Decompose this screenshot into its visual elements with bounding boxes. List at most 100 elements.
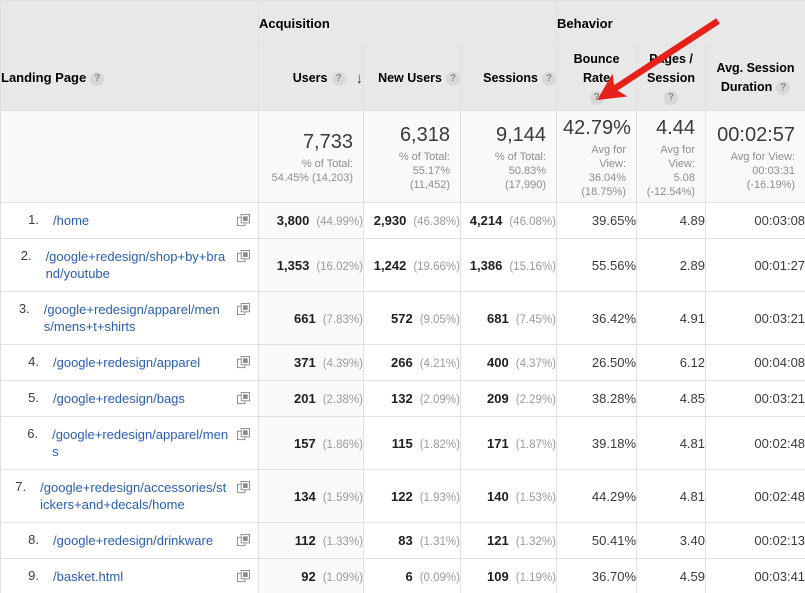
cell-avg-duration-value: 00:03:08 <box>754 213 805 228</box>
open-in-new-icon[interactable] <box>237 214 250 227</box>
landing-page-link[interactable]: /google+redesign/shop+by+brand/youtube <box>40 248 229 282</box>
open-in-new-icon[interactable] <box>237 570 250 583</box>
open-in-new-icon[interactable] <box>237 250 250 263</box>
cell-bounce-rate: 26.50% <box>556 344 638 381</box>
column-header-new-users[interactable]: New Users? <box>363 45 461 111</box>
landing-page-link[interactable]: /google+redesign/apparel/mens/mens+t+shi… <box>38 301 229 335</box>
cell-avg-duration: 00:02:48 <box>705 416 805 470</box>
cell-new-users-value: 132 <box>391 391 413 406</box>
row-index: 2. <box>20 248 32 263</box>
cell-users-value: 134 <box>294 488 316 504</box>
row-dimension-cell: 1. /home <box>0 202 259 239</box>
open-in-new-icon[interactable] <box>237 392 250 405</box>
row-dimension-cell: 5. /google+redesign/bags <box>0 380 259 417</box>
landing-page-link[interactable]: /google+redesign/accessories/stickers+an… <box>34 479 229 513</box>
cell-users-value: 661 <box>294 310 316 326</box>
cell-avg-duration-value: 00:02:48 <box>754 488 805 504</box>
users-help-icon[interactable]: ? <box>331 71 346 86</box>
cell-pages-session: 4.81 <box>636 416 707 470</box>
cell-pages-session-value: 4.59 <box>679 569 706 584</box>
dimension-group-blank <box>0 0 259 46</box>
cell-avg-duration-value: 00:02:48 <box>754 435 805 451</box>
cell-sessions-value: 4,214 <box>469 213 503 228</box>
cell-users-percent: (2.38%) <box>322 394 363 406</box>
landing-page-link[interactable]: /home <box>47 212 229 229</box>
cell-bounce-rate: 36.70% <box>556 558 638 593</box>
table-row: 2. /google+redesign/shop+by+brand/youtube… <box>0 238 805 292</box>
open-in-new-icon[interactable] <box>237 534 250 547</box>
open-in-new-icon[interactable] <box>237 356 250 369</box>
landing-page-link[interactable]: /google+redesign/apparel/mens <box>46 426 229 460</box>
cell-users-percent: (1.86%) <box>322 438 363 451</box>
landing-page-link[interactable]: /basket.html <box>47 568 229 585</box>
open-in-new-icon[interactable] <box>237 303 250 316</box>
cell-bounce-rate: 39.65% <box>556 202 638 239</box>
cell-sessions-percent: (15.16%) <box>509 260 557 273</box>
avg-session-duration-help-icon[interactable]: ? <box>776 81 791 95</box>
sessions-help-icon[interactable]: ? <box>542 71 557 86</box>
cell-sessions-percent: (7.45%) <box>515 313 557 326</box>
cell-sessions-percent: (46.08%) <box>509 216 557 228</box>
cell-new-users-value: 2,930 <box>373 213 407 228</box>
cell-bounce-rate: 44.29% <box>556 469 638 523</box>
cell-new-users-value: 115 <box>391 435 413 451</box>
summary-bounce-rate-sub: Avg for View: 36.04% (18.75%) <box>581 143 627 198</box>
cell-pages-session: 4.89 <box>636 202 707 239</box>
cell-new-users-value: 1,242 <box>373 257 407 273</box>
cell-avg-duration: 00:03:21 <box>705 380 805 417</box>
landing-page-help-icon[interactable]: ? <box>90 71 105 86</box>
cell-users: 134 (1.59%) <box>258 469 364 523</box>
column-header-pages-session[interactable]: Pages / Session ? <box>636 45 707 111</box>
arrow-down-icon[interactable]: ↓ <box>356 71 364 86</box>
cell-users-percent: (16.02%) <box>316 260 363 273</box>
cell-new-users-value: 572 <box>391 310 413 326</box>
landing-page-link[interactable]: /google+redesign/bags <box>47 390 229 407</box>
summary-cell-bounce-rate: 42.79% Avg for View: 36.04% (18.75%) <box>556 110 638 203</box>
cell-sessions: 140 (1.53%) <box>459 469 558 523</box>
cell-new-users: 122 (1.93%) <box>363 469 461 523</box>
cell-new-users: 1,242 (19.66%) <box>363 238 461 292</box>
open-in-new-icon[interactable] <box>237 428 250 441</box>
cell-sessions-value: 140 <box>487 488 509 504</box>
open-in-new-icon[interactable] <box>237 481 250 494</box>
cell-new-users: 2,930 (46.38%) <box>363 202 461 239</box>
summary-cell-sessions: 9,144 % of Total: 50.83% (17,990) <box>459 110 558 203</box>
cell-bounce-rate-value: 39.65% <box>591 213 637 228</box>
column-header-avg-session-duration[interactable]: Avg. Session Duration? <box>705 45 805 111</box>
landing-page-link[interactable]: /google+redesign/apparel <box>47 354 229 371</box>
cell-new-users-percent: (1.31%) <box>419 536 460 548</box>
summary-cell-new-users: 6,318 % of Total: 55.17% (11,452) <box>363 110 461 203</box>
column-header-users[interactable]: Users? ↓ <box>258 45 364 111</box>
cell-pages-session: 4.91 <box>636 291 707 345</box>
pages-session-help-icon[interactable]: ? <box>664 90 679 105</box>
cell-users-percent: (44.99%) <box>316 216 363 228</box>
new-users-help-icon[interactable]: ? <box>446 71 460 86</box>
column-header-sessions[interactable]: Sessions? <box>459 45 558 111</box>
cell-pages-session: 3.40 <box>636 522 707 559</box>
column-header-bounce-rate-label: Bounce Rate <box>573 51 620 85</box>
column-header-landing-page[interactable]: Landing Page? <box>0 45 259 111</box>
summary-avg-duration-value: 00:02:57 <box>717 123 796 146</box>
row-index: 1. <box>28 212 39 227</box>
cell-users-percent: (1.09%) <box>322 572 363 584</box>
cell-sessions-percent: (1.87%) <box>515 438 557 451</box>
cell-users: 3,800 (44.99%) <box>258 202 364 239</box>
landing-page-link[interactable]: /google+redesign/drinkware <box>47 532 229 549</box>
cell-new-users: 266 (4.21%) <box>363 344 461 381</box>
cell-new-users-percent: (4.21%) <box>419 358 460 370</box>
row-dimension-cell: 6. /google+redesign/apparel/mens <box>0 416 259 470</box>
table-row: 6. /google+redesign/apparel/mens 157 (1.86%… <box>0 416 805 470</box>
cell-new-users-percent: (0.09%) <box>419 572 460 584</box>
cell-new-users: 83 (1.31%) <box>363 522 461 559</box>
cell-pages-session-value: 4.81 <box>679 488 706 504</box>
column-header-bounce-rate[interactable]: Bounce Rate ? <box>556 45 638 111</box>
row-dimension-cell: 3. /google+redesign/apparel/mens/mens+t+s… <box>0 291 259 345</box>
cell-users: 371 (4.39%) <box>258 344 364 381</box>
cell-users: 1,353 (16.02%) <box>258 238 364 292</box>
bounce-rate-help-icon[interactable]: ? <box>589 90 604 105</box>
cell-bounce-rate-value: 55.56% <box>591 257 637 273</box>
cell-pages-session-value: 2.89 <box>679 257 706 273</box>
column-header-row: Landing Page? Users? ↓ New Users? Session… <box>0 45 805 111</box>
cell-new-users: 6 (0.09%) <box>363 558 461 593</box>
column-header-users-label: Users <box>292 70 328 85</box>
